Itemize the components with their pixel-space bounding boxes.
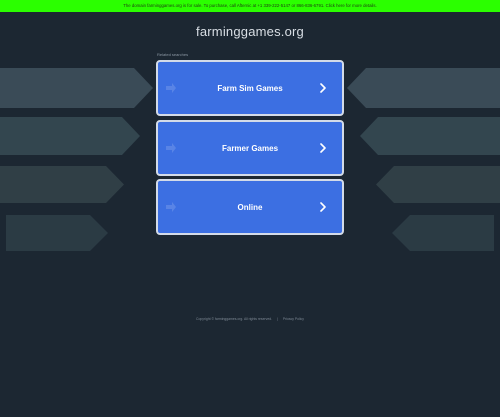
footer: Copyright © farminggames.org. All rights… <box>0 317 500 321</box>
related-searches-label: Related searches <box>157 52 189 57</box>
related-link-label: Farm Sim Games <box>217 83 283 93</box>
for-sale-banner[interactable]: The domain farminggames.org is for sale.… <box>0 0 500 12</box>
footer-copyright: Copyright © farminggames.org. All rights… <box>196 317 273 321</box>
privacy-policy-link[interactable]: Privacy Policy <box>283 317 304 321</box>
chevron-right-icon <box>320 143 326 153</box>
chevron-right-icon <box>320 83 326 93</box>
arrow-watermark-icon <box>166 143 176 153</box>
decorative-arrow-right-4 <box>392 215 494 251</box>
decorative-arrow-left-4 <box>6 215 108 251</box>
arrow-watermark-icon <box>166 83 176 93</box>
decorative-arrow-left-2 <box>0 117 140 155</box>
related-link-label: Online <box>237 202 263 212</box>
footer-separator: | <box>277 317 278 321</box>
related-link-online[interactable]: Online <box>156 179 344 235</box>
decorative-arrow-right-3 <box>376 166 500 203</box>
arrow-watermark-icon <box>166 202 176 212</box>
decorative-arrow-left-3 <box>0 166 124 203</box>
related-link-label: Farmer Games <box>221 143 279 153</box>
related-link-farmer-games[interactable]: Farmer Games <box>156 120 344 176</box>
decorative-arrow-right-2 <box>360 117 500 155</box>
chevron-right-icon <box>320 202 326 212</box>
decorative-arrow-right-1 <box>347 68 500 108</box>
decorative-arrow-left-1 <box>0 68 153 108</box>
domain-title: farminggames.org <box>196 24 304 39</box>
related-link-farm-sim-games[interactable]: Farm Sim Games <box>156 60 344 116</box>
